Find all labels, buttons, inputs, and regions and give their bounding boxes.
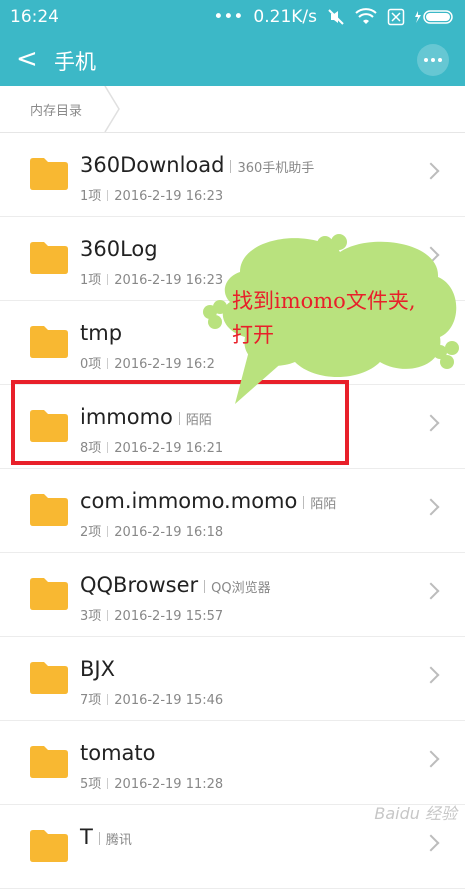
item-count: 3项: [80, 609, 102, 624]
folder-meta: 7项 2016-2-19 15:46: [80, 689, 223, 708]
folder-icon: [30, 578, 68, 610]
folder-icon: [30, 662, 68, 694]
meta-separator: [107, 274, 109, 285]
folder-meta: 0项 2016-2-19 16:2: [80, 353, 215, 372]
app-bar: < 手机: [0, 34, 465, 86]
modified-date: 2016-2-19 16:23: [114, 189, 224, 204]
folder-name-text: QQBrowser: [80, 573, 199, 597]
watermark-text: Baidu 经验: [374, 804, 457, 823]
chevron-right-icon: [422, 162, 440, 180]
folder-name-text: 360Log: [80, 237, 158, 261]
meta-separator: [107, 694, 109, 705]
chevron-right-icon: [422, 834, 440, 852]
back-button[interactable]: <: [16, 44, 38, 74]
folder-name: 360Download 360手机助手: [80, 153, 314, 177]
more-options-button[interactable]: [417, 44, 449, 76]
battery-charging-icon: [415, 10, 453, 24]
folder-icon: [30, 242, 68, 274]
breadcrumb-separator-icon: [104, 86, 120, 132]
folder-row-bjx[interactable]: BJX 7项 2016-2-19 15:46: [0, 637, 465, 721]
folder-name: BJX: [80, 657, 115, 681]
status-time: 16:24: [10, 7, 59, 27]
folder-name: 360Log: [80, 237, 158, 261]
chevron-right-icon: [422, 750, 440, 768]
modified-date: 2016-2-19 11:28: [114, 777, 224, 792]
wifi-icon: [355, 8, 377, 24]
folder-icon: [30, 746, 68, 778]
folder-name-text: 360Download: [80, 153, 225, 177]
folder-app-tag: 陌陌: [303, 497, 336, 512]
meta-separator: [107, 190, 109, 201]
folder-name: QQBrowser QQ浏览器: [80, 573, 271, 597]
meta-separator: [107, 778, 109, 789]
folder-row-com-immomo-momo[interactable]: com.immomo.momo 陌陌 2项 2016-2-19 16:18: [0, 469, 465, 553]
meta-separator: [107, 526, 109, 537]
chevron-right-icon: [422, 498, 440, 516]
folder-icon: [30, 494, 68, 526]
status-bar: 16:24 ••• 0.21K/s: [0, 0, 465, 34]
item-count: 1项: [80, 189, 102, 204]
folder-name-text: BJX: [80, 657, 115, 681]
folder-icon: [30, 326, 68, 358]
folder-row-360download[interactable]: 360Download 360手机助手 1项 2016-2-19 16:23: [0, 133, 465, 217]
folder-name-text: T: [80, 825, 93, 849]
folder-name-text: com.immomo.momo: [80, 489, 298, 513]
folder-name: tomato: [80, 741, 156, 765]
meta-separator: [107, 358, 109, 369]
modified-date: 2016-2-19 15:57: [114, 609, 224, 624]
folder-name-text: tmp: [80, 321, 123, 345]
signal-dots-icon: •••: [213, 7, 244, 27]
folder-app-tag: 腾讯: [99, 833, 132, 848]
folder-icon: [30, 830, 68, 862]
breadcrumb-item-internal[interactable]: 内存目录: [30, 100, 82, 119]
folder-row-tomato[interactable]: tomato 5项 2016-2-19 11:28: [0, 721, 465, 805]
folder-name: tmp: [80, 321, 122, 345]
chevron-right-icon: [422, 666, 440, 684]
item-count: 1项: [80, 273, 102, 288]
chevron-right-icon: [422, 414, 440, 432]
page-title: 手机: [54, 50, 96, 74]
dot-icon: [424, 58, 428, 62]
network-speed: 0.21K/s: [253, 7, 317, 27]
chevron-right-icon: [422, 582, 440, 600]
item-count: 7项: [80, 693, 102, 708]
modified-date: 2016-2-19 16:18: [114, 525, 224, 540]
meta-separator: [107, 610, 109, 621]
folder-name: com.immomo.momo 陌陌: [80, 489, 336, 513]
item-count: 5项: [80, 777, 102, 792]
folder-meta: 1项 2016-2-19 16:23: [80, 185, 223, 204]
item-count: 2项: [80, 525, 102, 540]
folder-name-text: tomato: [80, 741, 156, 765]
status-icons: ••• 0.21K/s: [213, 7, 455, 27]
folder-app-tag: QQ浏览器: [204, 581, 270, 596]
item-count: 0项: [80, 357, 102, 372]
folder-row-qqbrowser[interactable]: QQBrowser QQ浏览器 3项 2016-2-19 15:57: [0, 553, 465, 637]
folder-app-tag: 360手机助手: [230, 161, 314, 176]
folder-icon: [30, 158, 68, 190]
breadcrumb: 内存目录: [0, 86, 465, 133]
folder-meta: 3项 2016-2-19 15:57: [80, 605, 223, 624]
folder-meta: 5项 2016-2-19 11:28: [80, 773, 223, 792]
mute-icon: [328, 9, 344, 25]
sim-off-icon: [387, 8, 405, 26]
annotation-text: 找到imomo文件夹,打开: [232, 289, 416, 347]
folder-name: T 腾讯: [80, 825, 132, 849]
folder-meta: 2项 2016-2-19 16:18: [80, 521, 223, 540]
modified-date: 2016-2-19 15:46: [114, 693, 224, 708]
dot-icon: [431, 58, 435, 62]
dot-icon: [438, 58, 442, 62]
